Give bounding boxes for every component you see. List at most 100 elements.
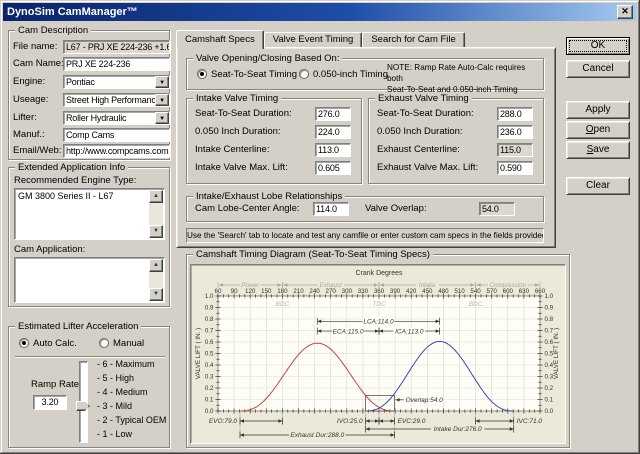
svg-text:90: 90	[231, 288, 238, 295]
manual-radio[interactable]: Manual	[99, 338, 144, 349]
svg-text:Intake Dur:276.0: Intake Dur:276.0	[434, 426, 482, 433]
slider-scale-label: - 6 - Maximum	[97, 359, 155, 369]
field-row: Engine: Pontiac ▼	[13, 76, 45, 87]
scrollbar[interactable]: ▲ ▼	[149, 259, 163, 301]
svg-text:BDC: BDC	[276, 301, 290, 308]
scrollbar[interactable]: ▲ ▼	[149, 190, 163, 238]
svg-text:Compression: Compression	[490, 282, 527, 289]
exhaust-s2s-duration-label: Seat-To-Seat Duration:	[377, 108, 474, 119]
svg-text:360: 360	[374, 288, 385, 295]
intake-max-lift-label: Intake Valve Max. Lift:	[195, 162, 288, 173]
file-name-label: File name:	[13, 41, 57, 52]
dropdown-arrow-icon[interactable]: ▼	[155, 94, 169, 106]
close-icon[interactable]: ✕	[617, 5, 633, 19]
useage-label: Useage:	[13, 94, 48, 105]
useage-dropdown[interactable]: Street High Performance ▼	[63, 93, 170, 107]
auto-calc-radio[interactable]: Auto Calc.	[19, 338, 77, 349]
engine-type-listbox[interactable]: GM 3800 Series II - L67 ▲ ▼	[14, 188, 165, 240]
lobe-center-angle-label: Cam Lobe-Center Angle:	[195, 203, 300, 214]
exhaust-centerline-label: Exhaust Centerline:	[377, 144, 460, 155]
svg-text:EVC:29.0: EVC:29.0	[398, 418, 426, 425]
radio-icon[interactable]	[19, 338, 29, 348]
svg-text:Power: Power	[241, 282, 259, 289]
field-row: Lifter: Roller Hydraulic ▼	[13, 112, 37, 123]
lifter-acceleration-title: Estimated Lifter Acceleration	[15, 320, 141, 333]
dynosim-cammanager-window: DynoSim CamManager™ ✕ Cam Description Fi…	[0, 0, 640, 454]
radio-icon[interactable]	[99, 338, 109, 348]
field-row: Cam Name: PRJ XE 224-236	[13, 58, 64, 69]
svg-text:Crank Degrees: Crank Degrees	[355, 270, 403, 277]
svg-text:0.9: 0.9	[205, 305, 214, 312]
field-row: File name: L67 - PRJ XE 224-236 +1.6-1.	[13, 41, 57, 52]
svg-text:0.4: 0.4	[205, 362, 214, 369]
dropdown-arrow-icon[interactable]: ▼	[155, 76, 169, 88]
radio-icon[interactable]	[197, 69, 207, 79]
tab-search-for-cam-file[interactable]: Search for Cam File	[362, 32, 464, 48]
seat-to-seat-radio[interactable]: Seat-To-Seat Timing	[197, 69, 297, 80]
cam-name-field[interactable]: PRJ XE 224-236	[63, 57, 170, 71]
lifter-dropdown[interactable]: Roller Hydraulic ▼	[63, 111, 170, 125]
intake-centerline-field[interactable]: 113.0	[315, 143, 351, 157]
svg-text:60: 60	[215, 288, 222, 295]
open-button[interactable]: Open	[566, 121, 630, 139]
svg-text:ICA:113.0: ICA:113.0	[395, 328, 424, 335]
exhaust-050-duration-field[interactable]: 236.0	[497, 125, 533, 139]
scroll-up-icon[interactable]: ▲	[149, 259, 163, 272]
intake-s2s-duration-label: Seat-To-Seat Duration:	[195, 108, 292, 119]
scroll-down-icon[interactable]: ▼	[149, 225, 163, 238]
cam-description-title: Cam Description	[15, 24, 91, 37]
svg-text:0.1: 0.1	[205, 397, 214, 404]
exhaust-max-lift-label: Exhaust Valve Max. Lift:	[377, 162, 478, 173]
svg-text:300: 300	[342, 288, 353, 295]
save-button[interactable]: Save	[566, 141, 630, 159]
lifter-label: Lifter:	[13, 112, 37, 123]
tab-valve-event-timing[interactable]: Valve Event Timing	[264, 32, 363, 48]
radio-icon[interactable]	[299, 69, 309, 79]
svg-text:480: 480	[438, 288, 449, 295]
exhaust-s2s-duration-field[interactable]: 288.0	[497, 107, 533, 121]
search-hint: Use the 'Search' tab to locate and test …	[186, 228, 544, 243]
ok-button[interactable]: OK	[566, 37, 630, 55]
ramp-rate-value[interactable]: 3.20	[33, 395, 67, 410]
engine-dropdown[interactable]: Pontiac ▼	[63, 75, 170, 89]
tab-camshaft-specs[interactable]: Camshaft Specs	[176, 30, 264, 49]
svg-text:330: 330	[358, 288, 369, 295]
intake-050-duration-label: 0.050 Inch Duration:	[195, 126, 281, 137]
svg-text:Exhaust: Exhaust	[320, 282, 343, 289]
timing-chart-panel: 6090120150180210240270300330360390420450…	[190, 264, 566, 444]
timing-chart-svg: 6090120150180210240270300330360390420450…	[192, 266, 564, 442]
manuf-field[interactable]: Comp Cams	[63, 128, 170, 142]
exhaust-max-lift-field[interactable]: 0.590	[497, 161, 533, 175]
slider-scale-label: - 4 - Medium	[97, 387, 148, 397]
scroll-down-icon[interactable]: ▼	[149, 288, 163, 301]
svg-text:420: 420	[406, 288, 417, 295]
dropdown-arrow-icon[interactable]: ▼	[155, 112, 169, 124]
svg-text:210: 210	[293, 288, 304, 295]
inch-timing-radio[interactable]: 0.050-inch Timing	[299, 69, 388, 80]
svg-text:Intake: Intake	[419, 282, 436, 289]
intake-050-duration-field[interactable]: 224.0	[315, 125, 351, 139]
useage-value: Street High Performance	[66, 95, 160, 105]
engine-value: Pontiac	[66, 77, 95, 87]
svg-text:IVO:25.0: IVO:25.0	[337, 418, 363, 425]
cam-name-label: Cam Name:	[13, 58, 64, 69]
seat-to-seat-label: Seat-To-Seat Timing	[211, 69, 297, 80]
svg-text:IVC:71.0: IVC:71.0	[517, 418, 543, 425]
valve-basis-title: Valve Opening/Closing Based On:	[193, 52, 342, 65]
intake-s2s-duration-field[interactable]: 276.0	[315, 107, 351, 121]
exhaust-centerline-field: 115.0	[497, 143, 533, 157]
cancel-button[interactable]: Cancel	[566, 60, 630, 78]
scroll-up-icon[interactable]: ▲	[149, 190, 163, 203]
intake-max-lift-field[interactable]: 0.605	[315, 161, 351, 175]
svg-text:1.0: 1.0	[205, 293, 214, 300]
title-bar: DynoSim CamManager™ ✕	[3, 3, 637, 21]
svg-text:0.2: 0.2	[545, 385, 554, 392]
engine-type-label: Recommended Engine Type:	[14, 175, 136, 186]
cam-application-listbox[interactable]: ▲ ▼	[14, 257, 165, 303]
svg-text:VALVE LIFT ( IN. ): VALVE LIFT ( IN. )	[553, 328, 560, 379]
cam-description-group: Cam Description File name: L67 - PRJ XE …	[8, 30, 170, 160]
lobe-center-angle-field[interactable]: 114.0	[313, 202, 349, 216]
apply-button[interactable]: Apply	[566, 101, 630, 119]
email-web-field[interactable]: http://www.compcams.com	[63, 144, 170, 158]
clear-button[interactable]: Clear	[566, 177, 630, 195]
